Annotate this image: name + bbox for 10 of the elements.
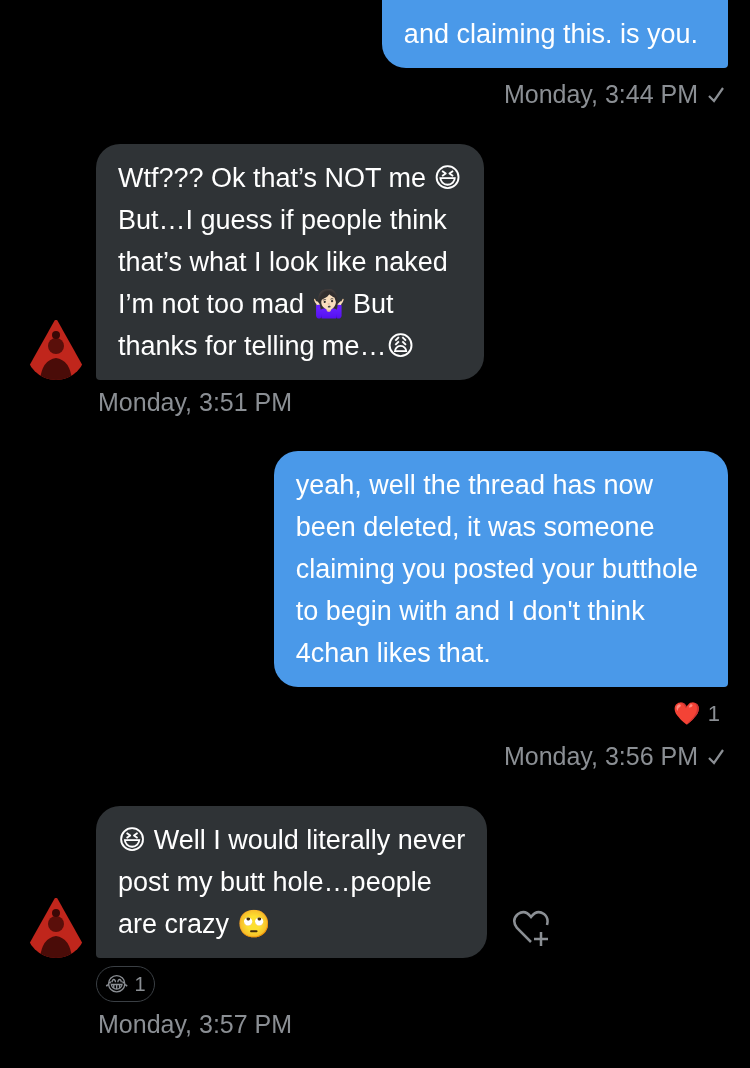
message-bubble: 😆 Well I would literally never post my butt hole…people are crazy 🙄: [96, 805, 488, 958]
message-bubble: Wtf??? Ok that’s NOT me 😆 But…I guess if people think that’s what I look like naked I’m not too mad 🤷🏻‍♀ But thanks for telling me…😩: [96, 143, 484, 380]
timestamp: Monday, 3:57 PM: [98, 1008, 293, 1040]
message-bubble: and claiming this. is you.: [381, 0, 728, 68]
message-bubble: yeah, well the thread has now been deleted, it was someone claiming you posted your butthole to begin with and I don't think 4chan likes that.: [273, 451, 728, 687]
timestamp: Monday, 3:56 PM: [503, 741, 698, 772]
reaction-count: 1: [707, 700, 720, 728]
timestamp: Monday, 3:51 PM: [98, 386, 293, 418]
timestamp: Monday, 3:44 PM: [503, 79, 698, 110]
reaction-emoji: ❤: [672, 700, 700, 728]
